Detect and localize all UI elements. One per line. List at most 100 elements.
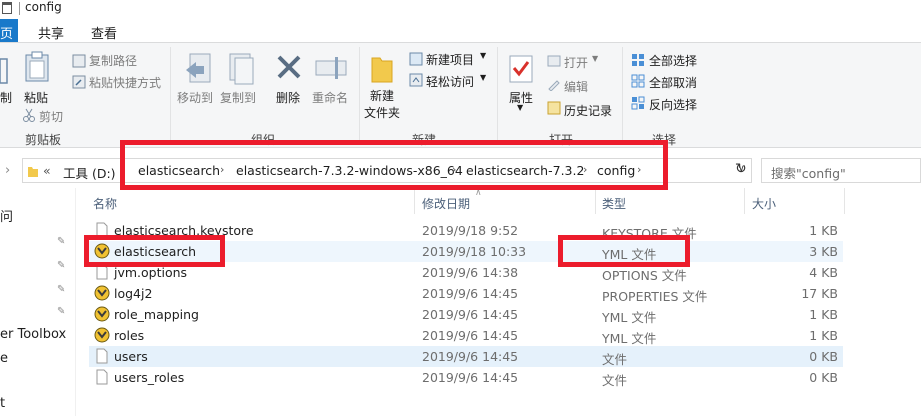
column-divider[interactable] xyxy=(595,188,596,214)
sort-arrow-icon: ∧ xyxy=(475,188,482,198)
pin-icon: ✎ xyxy=(57,306,66,317)
chevron-down-icon: ▼ xyxy=(592,54,599,63)
search-placeholder: 搜索"config" xyxy=(771,166,846,181)
pin-icon: ✎ xyxy=(57,260,66,271)
nav-item[interactable]: 问 xyxy=(0,206,13,225)
open-button[interactable]: 打开 xyxy=(564,54,588,71)
ribbon-separator xyxy=(622,47,623,145)
column-divider[interactable] xyxy=(744,188,745,214)
nav-item-toolbox[interactable]: er Toolbox xyxy=(0,327,66,342)
history-icon xyxy=(547,101,561,115)
breadcrumb-config[interactable]: config xyxy=(597,163,635,178)
up-arrow-icon[interactable]: › xyxy=(5,163,10,178)
scissors-icon xyxy=(23,108,35,122)
chevron-right-icon[interactable]: › xyxy=(452,163,456,176)
open-icon xyxy=(547,55,561,67)
chevron-down-icon: ▼ xyxy=(517,103,524,112)
nav-item[interactable]: t xyxy=(0,396,5,411)
paste-shortcut-icon xyxy=(72,75,86,89)
chevron-down-icon: ▼ xyxy=(480,73,487,82)
column-headers: ∧ 名称 修改日期 类型 大小 xyxy=(76,188,921,214)
tab-view[interactable]: 查看 xyxy=(91,21,117,44)
new-folder-button[interactable]: 新建 xyxy=(370,87,394,104)
file-icon xyxy=(96,264,108,280)
refresh-icon[interactable]: ↻ xyxy=(735,161,747,177)
move-to-icon xyxy=(186,53,211,83)
ribbon-separator xyxy=(170,47,171,145)
file-row[interactable]: roles 2019/9/6 14:45 YML 文件 1 KB xyxy=(89,325,843,346)
file-row[interactable]: elasticsearch 2019/9/18 10:33 YML 文件 3 K… xyxy=(89,241,843,262)
breadcrumb-overflow[interactable]: « xyxy=(43,163,51,178)
column-divider[interactable] xyxy=(414,188,415,214)
cut-button[interactable]: 剪切 xyxy=(39,108,63,125)
title-separator xyxy=(19,2,20,15)
breadcrumb-elasticsearch[interactable]: elasticsearch xyxy=(138,163,220,178)
column-name[interactable]: 名称 xyxy=(93,195,117,212)
new-item-button[interactable]: 新建项目 xyxy=(426,51,474,68)
delete-icon xyxy=(277,55,301,79)
ribbon-separator xyxy=(359,47,360,145)
chevron-right-icon[interactable]: › xyxy=(637,163,641,176)
select-none-icon xyxy=(631,74,645,88)
rename-button[interactable]: 重命名 xyxy=(312,89,348,106)
nav-item[interactable]: e xyxy=(0,351,8,366)
easy-access-button[interactable]: 轻松访问 xyxy=(426,73,474,90)
column-type[interactable]: 类型 xyxy=(602,195,626,212)
invert-selection-button[interactable]: 反向选择 xyxy=(649,96,697,113)
ribbon-separator xyxy=(497,47,498,145)
window-title: config xyxy=(25,0,62,14)
chevron-right-icon[interactable]: › xyxy=(583,163,587,176)
column-divider[interactable] xyxy=(844,188,845,214)
chevron-down-icon: ▼ xyxy=(480,51,487,60)
breadcrumb-version[interactable]: elasticsearch-7.3.2 xyxy=(466,163,584,178)
quick-access-icon[interactable] xyxy=(2,2,12,14)
history-button[interactable]: 历史记录 xyxy=(564,102,612,119)
file-row[interactable]: users 2019/9/6 14:45 文件 0 KB xyxy=(89,346,843,367)
address-row: › « 工具 (D:) › elasticsearch › elasticsea… xyxy=(0,150,921,188)
file-row[interactable]: users_roles 2019/9/6 14:45 文件 0 KB xyxy=(89,367,843,388)
new-folder-icon xyxy=(371,57,393,83)
copy-to-icon xyxy=(229,53,254,85)
file-row[interactable]: log4j2 2019/9/6 14:45 PROPERTIES 文件 17 K… xyxy=(89,283,843,304)
move-to-button[interactable]: 移动到 xyxy=(177,89,213,106)
copy-icon xyxy=(0,58,8,84)
file-icon xyxy=(96,369,108,385)
file-row[interactable]: role_mapping 2019/9/6 14:45 YML 文件 1 KB xyxy=(89,304,843,325)
address-bar[interactable]: « 工具 (D:) › elasticsearch › elasticsearc… xyxy=(22,158,752,183)
tab-home[interactable]: 页 xyxy=(0,19,18,42)
select-all-button[interactable]: 全部选择 xyxy=(649,52,697,69)
rename-icon xyxy=(315,57,347,79)
search-input[interactable]: 搜索"config" xyxy=(761,158,921,183)
pin-icon: ✎ xyxy=(57,236,66,247)
chevron-right-icon[interactable]: › xyxy=(220,163,224,176)
easy-access-icon xyxy=(409,73,423,87)
folder-icon xyxy=(28,167,38,177)
select-all-icon xyxy=(632,54,644,66)
navigation-pane: 问 ✎ ✎ ✎ ✎ er Toolbox e t xyxy=(0,188,76,416)
paste-button[interactable]: 粘贴 xyxy=(24,89,48,106)
edit-button[interactable]: 编辑 xyxy=(564,78,588,95)
tab-share[interactable]: 共享 xyxy=(38,21,64,44)
group-open: 打开 xyxy=(549,133,574,147)
delete-button[interactable]: 删除 xyxy=(276,89,300,106)
breadcrumb-drive[interactable]: 工具 (D:) xyxy=(63,163,116,182)
properties-icon xyxy=(509,55,533,83)
group-new: 新建 xyxy=(412,133,437,147)
column-modified[interactable]: 修改日期 xyxy=(422,195,470,212)
copy-to-button[interactable]: 复制到 xyxy=(220,89,256,106)
paste-shortcut-button[interactable]: 粘贴快捷方式 xyxy=(89,74,161,91)
copy-path-icon xyxy=(72,54,86,68)
file-row[interactable]: jvm.options 2019/9/6 14:38 OPTIONS 文件 4 … xyxy=(89,262,843,283)
copy-button[interactable]: 制 xyxy=(0,89,12,106)
chevron-right-icon[interactable]: › xyxy=(120,163,124,176)
file-row[interactable]: elasticsearch.keystore 2019/9/18 9:52 KE… xyxy=(89,220,843,241)
column-size[interactable]: 大小 xyxy=(752,195,776,212)
group-organize: 组织 xyxy=(251,133,276,147)
file-icon xyxy=(96,348,108,364)
select-none-button[interactable]: 全部取消 xyxy=(649,74,697,91)
paste-icon xyxy=(25,51,49,82)
breadcrumb-windows-dist[interactable]: elasticsearch-7.3.2-windows-x86_64 xyxy=(236,163,463,178)
yml-icon xyxy=(94,285,110,301)
new-item-icon xyxy=(409,52,423,66)
copy-path-button[interactable]: 复制路径 xyxy=(89,52,137,69)
